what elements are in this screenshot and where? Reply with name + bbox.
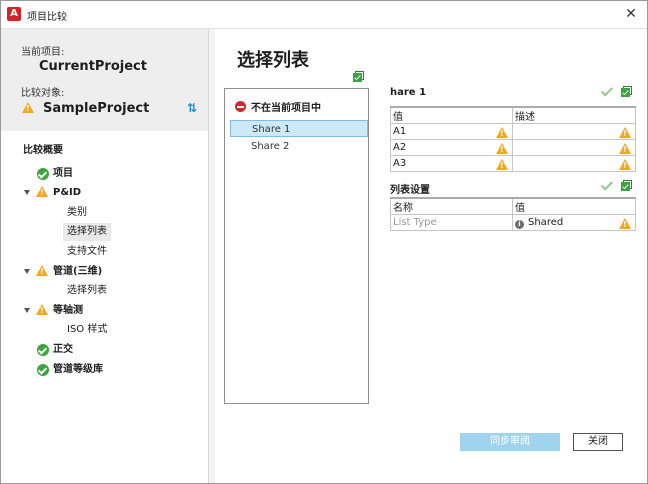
- list-settings-title: 列表设置: [390, 185, 430, 196]
- warning-icon: [36, 265, 48, 276]
- page-title: 选择列表: [237, 50, 309, 71]
- warning-icon: [496, 159, 508, 170]
- accept-all-icon[interactable]: [621, 86, 632, 97]
- cell-value: A1: [393, 126, 407, 137]
- cell-value: A2: [393, 142, 407, 153]
- list-item-share2[interactable]: Share 2: [230, 138, 368, 155]
- tree-item-isometric[interactable]: 等轴测: [53, 302, 83, 320]
- column-header-value[interactable]: 值: [512, 197, 636, 215]
- listbox-group-header: 不在当前项目中: [251, 103, 321, 114]
- warning-icon: [619, 127, 631, 138]
- list-item-share1[interactable]: Share 1: [230, 120, 368, 137]
- warning-icon: [619, 143, 631, 154]
- cell-value: Shared: [528, 216, 564, 228]
- table-row[interactable]: A3: [390, 155, 636, 172]
- close-icon[interactable]: ✕: [621, 4, 641, 24]
- warning-icon: [619, 159, 631, 170]
- expand-icon[interactable]: [24, 269, 30, 274]
- table-row[interactable]: A1: [390, 123, 636, 140]
- sync-review-button[interactable]: 同步审阅: [460, 433, 560, 451]
- left-panel: 当前项目: CurrentProject 比较对象: SampleProject…: [1, 29, 209, 483]
- warning-icon: [36, 186, 48, 197]
- swap-projects-icon[interactable]: ⇅: [187, 101, 201, 115]
- not-in-project-icon: [235, 101, 246, 112]
- tree-item-categories[interactable]: 类别: [67, 204, 87, 222]
- project-header: 当前项目: CurrentProject 比较对象: SampleProject…: [1, 29, 208, 131]
- accept-check-icon[interactable]: [601, 85, 613, 97]
- info-icon: i: [515, 219, 524, 229]
- compare-window: A 项目比较 ✕ 当前项目: CurrentProject 比较对象: Samp…: [0, 0, 648, 484]
- warning-icon: [496, 127, 508, 138]
- ok-check-icon: [37, 344, 49, 356]
- share-values-table: 值 描述 A1 A2 A3: [390, 106, 636, 172]
- tree-item-project[interactable]: 项目: [53, 165, 73, 183]
- tree-item-piping-3d[interactable]: 管道(三维): [53, 263, 102, 281]
- tree-item-picklist-pid[interactable]: 选择列表: [63, 223, 111, 241]
- accept-all-icon[interactable]: [621, 180, 632, 191]
- accept-check-icon[interactable]: [601, 179, 613, 191]
- warning-icon: [496, 143, 508, 154]
- summary-title: 比较概要: [23, 145, 63, 156]
- tree-item-ortho[interactable]: 正交: [53, 341, 73, 359]
- warning-icon: [36, 304, 48, 315]
- panel-splitter[interactable]: [209, 29, 215, 483]
- table-row[interactable]: List Type i Shared: [390, 214, 636, 231]
- picklist-listbox[interactable]: 不在当前项目中 Share 1 Share 2: [224, 88, 369, 404]
- accept-all-icon[interactable]: [353, 71, 364, 82]
- cell-name: List Type: [393, 217, 437, 228]
- tree-item-support-files[interactable]: 支持文件: [67, 243, 107, 261]
- tree-item-iso-style[interactable]: ISO 样式: [67, 321, 107, 339]
- warning-icon: [619, 218, 631, 229]
- current-project-label: 当前项目:: [21, 47, 65, 58]
- cell-value: A3: [393, 158, 407, 169]
- column-header-value[interactable]: 值: [390, 106, 513, 124]
- compare-project-label: 比较对象:: [21, 88, 65, 99]
- list-settings-table: 名称 值 List Type i Shared: [390, 197, 636, 231]
- tree-item-picklist-3d[interactable]: 选择列表: [67, 282, 107, 300]
- tree-item-spec-library[interactable]: 管道等级库: [53, 361, 103, 379]
- table-row[interactable]: A2: [390, 139, 636, 156]
- window-title: 项目比较: [27, 12, 67, 23]
- ok-check-icon: [37, 168, 49, 180]
- column-header-name[interactable]: 名称: [390, 197, 513, 215]
- expand-icon[interactable]: [24, 308, 30, 313]
- ok-check-icon: [37, 364, 49, 376]
- title-bar: A 项目比较 ✕: [1, 1, 647, 29]
- close-button[interactable]: 关闭: [573, 433, 623, 451]
- current-project-value: CurrentProject: [39, 59, 147, 74]
- compare-project-value: SampleProject: [43, 101, 150, 116]
- share-section-title: hare 1: [390, 87, 427, 98]
- warning-icon: [22, 102, 34, 113]
- expand-icon[interactable]: [24, 190, 30, 195]
- column-header-description[interactable]: 描述: [512, 106, 636, 124]
- tree-item-pid[interactable]: P&ID: [53, 184, 81, 202]
- autocad-app-icon: A: [7, 7, 21, 21]
